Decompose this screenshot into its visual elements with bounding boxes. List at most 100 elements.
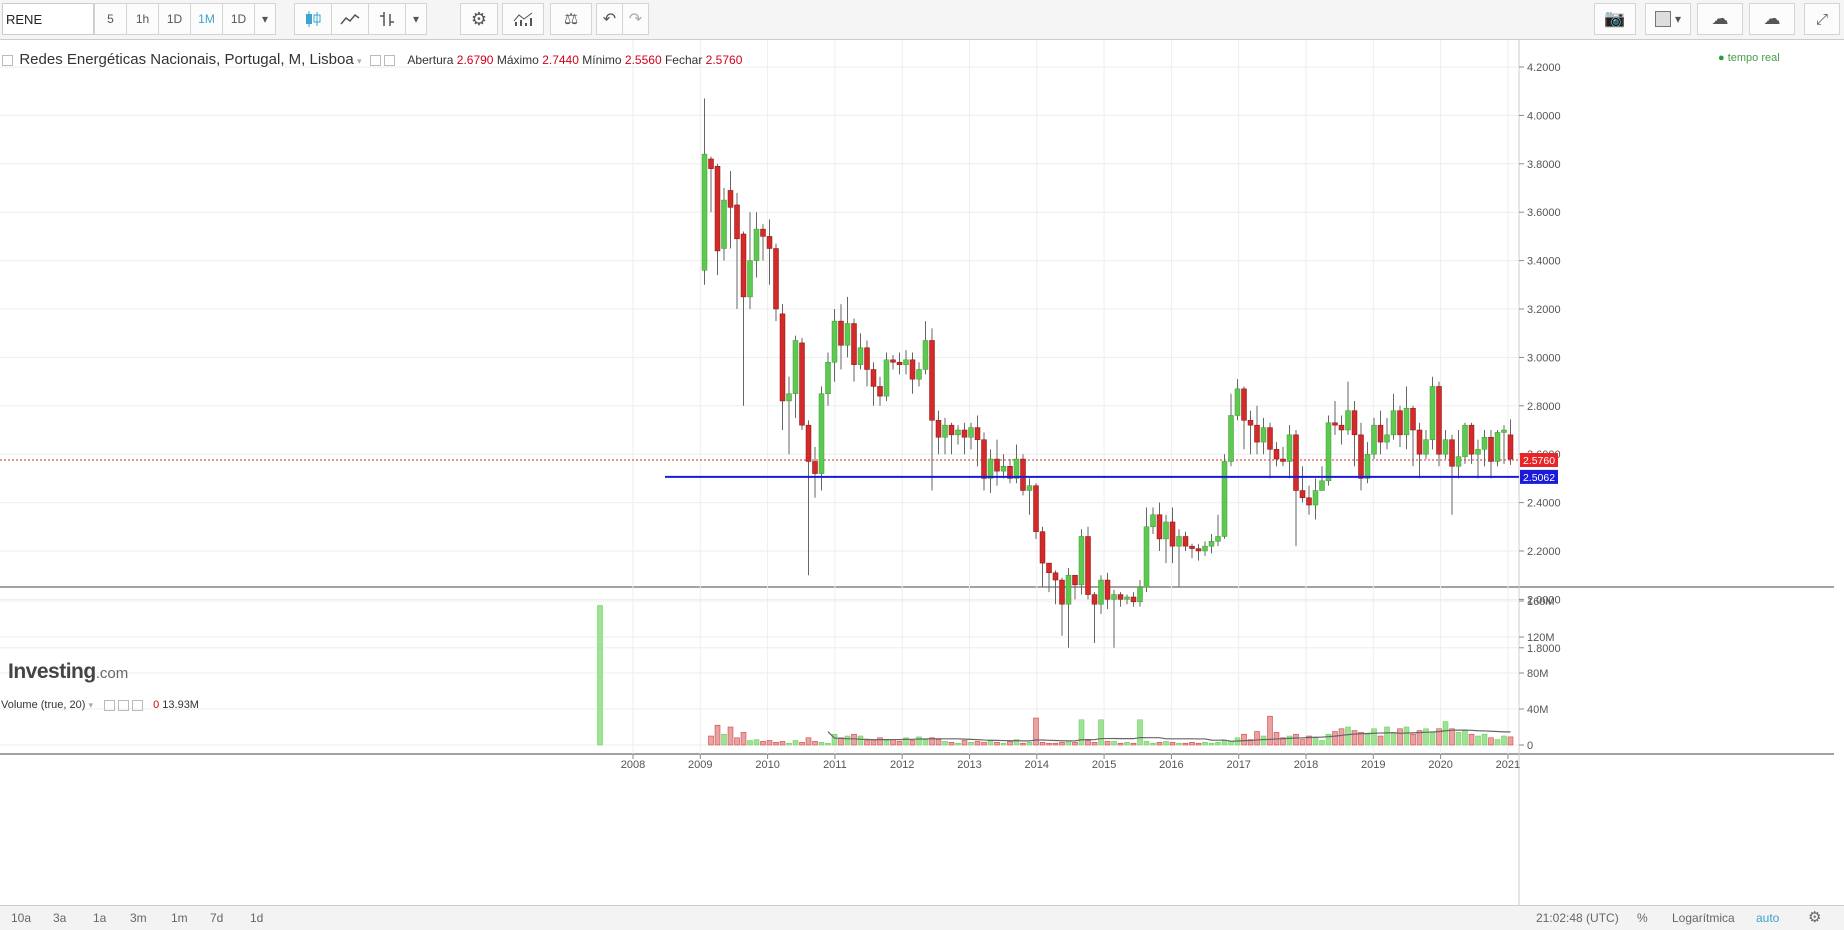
volume-bar — [851, 733, 857, 746]
candle-down — [1085, 536, 1091, 595]
cloud-download-icon: ☁ — [1711, 9, 1729, 28]
chevron-down-icon: ▾ — [412, 12, 420, 26]
close-icon[interactable] — [132, 699, 144, 711]
auto-scale-toggle[interactable]: auto — [1756, 911, 1779, 925]
screenshot-button[interactable]: 📷 — [1594, 3, 1636, 35]
redo-button[interactable]: ↷ — [622, 3, 649, 35]
line-style-button[interactable] — [331, 3, 369, 35]
chart-area[interactable]: 4.2000 4.0000 3.8000 3.6000 3.4000 3.2000 3.00… — [0, 40, 1844, 905]
year-tick-label: 2008 — [621, 759, 645, 771]
volume-bar — [864, 740, 870, 746]
load-chart-button[interactable]: ☁ — [1697, 3, 1743, 35]
settings-button[interactable]: ⚙ — [460, 3, 498, 35]
volume-bar — [799, 742, 805, 746]
candle-down — [1416, 429, 1423, 455]
volume-bar — [753, 739, 760, 746]
fullscreen-icon: ⤢ — [1815, 10, 1828, 28]
gear-icon[interactable]: ⚙ — [1808, 908, 1821, 926]
volume-bar — [1215, 742, 1221, 746]
volume-bar — [1455, 732, 1462, 746]
year-tick-label: 2011 — [823, 759, 847, 771]
fullscreen-button[interactable]: ⤢ — [1804, 3, 1840, 35]
volume-bar — [1293, 733, 1299, 746]
candle-down — [799, 342, 805, 426]
chevron-down-icon: ▾ — [261, 12, 269, 26]
volume-bar — [721, 733, 727, 746]
candle-up — [1215, 536, 1221, 542]
range-1m-button[interactable]: 1m — [171, 911, 188, 925]
candle-down — [909, 359, 916, 380]
chart-style-dropdown[interactable]: ▾ — [405, 3, 427, 35]
candle-down — [1358, 434, 1364, 479]
candle-up — [844, 323, 851, 346]
settings-small-icon[interactable] — [384, 55, 396, 67]
chevron-down-icon[interactable]: ▾ — [88, 700, 93, 710]
price-tick-label: 3.0000 — [1527, 352, 1561, 364]
volume-bar — [935, 739, 942, 746]
candle-up — [818, 393, 825, 474]
symbol-search-input[interactable] — [2, 3, 94, 35]
chevron-down-icon[interactable]: ▾ — [357, 56, 364, 66]
candle-down — [1046, 562, 1052, 574]
candle-up — [1163, 521, 1169, 540]
bottom-bar: 10a 3a 1a 3m 1m 7d 1d 21:02:48 (UTC) % L… — [0, 905, 1844, 930]
year-tick-label: 2010 — [755, 759, 779, 771]
collapse-icon[interactable] — [2, 55, 13, 67]
candle-up — [1176, 536, 1182, 547]
interval-1d-button[interactable]: 1D — [158, 3, 191, 35]
low-label: Mínimo — [582, 53, 622, 67]
candle-up — [825, 361, 831, 394]
interval-1d-alt-button[interactable]: 1D — [222, 3, 255, 35]
year-tick-label: 2021 — [1496, 759, 1520, 771]
ohlc-style-button[interactable] — [368, 3, 406, 35]
percent-toggle[interactable]: % — [1637, 911, 1648, 925]
interval-1m-button[interactable]: 1M — [190, 3, 223, 35]
candle-down — [1332, 422, 1338, 426]
realtime-label: tempo real — [1727, 52, 1780, 64]
range-3a-button[interactable]: 3a — [53, 911, 66, 925]
log-scale-toggle[interactable]: Logarítmica — [1672, 911, 1735, 925]
volume-bar — [1501, 735, 1507, 746]
candle-up — [1111, 594, 1117, 600]
range-1a-button[interactable]: 1a — [93, 911, 106, 925]
interval-5-button[interactable]: 5 — [94, 3, 127, 35]
volume-bar — [786, 742, 792, 746]
candle-down — [1273, 449, 1280, 460]
year-tick-label: 2020 — [1428, 759, 1452, 771]
investing-logo: Investing.com — [8, 660, 128, 684]
open-label: Abertura — [407, 53, 454, 67]
compare-button[interactable]: ⚖ — [550, 3, 592, 35]
save-chart-button[interactable]: ☁ — [1749, 3, 1795, 35]
volume-bar — [1299, 739, 1306, 746]
volume-bar — [987, 740, 994, 746]
indicators-icon — [513, 12, 533, 26]
volume-bar — [1026, 742, 1033, 746]
volume-bar — [961, 740, 968, 746]
candle-up — [1228, 415, 1234, 462]
range-7d-button[interactable]: 7d — [210, 911, 223, 925]
layout-button[interactable]: ▾ — [1645, 3, 1691, 35]
range-1d-button[interactable]: 1d — [250, 911, 263, 925]
undo-button[interactable]: ↶ — [596, 3, 623, 35]
indicators-button[interactable] — [502, 3, 544, 35]
volume-bar — [942, 741, 948, 746]
volume-bar — [1254, 731, 1260, 746]
volume-bar — [994, 742, 1000, 746]
settings-small-icon[interactable] — [118, 699, 130, 711]
candle-down — [890, 359, 896, 363]
candle-up — [1429, 386, 1436, 440]
range-10a-button[interactable]: 10a — [11, 911, 31, 925]
volume-bar — [1481, 733, 1488, 746]
volume-bar — [1462, 730, 1468, 746]
interval-1h-button[interactable]: 1h — [126, 3, 159, 35]
volume-bar — [1410, 733, 1416, 746]
visibility-icon[interactable] — [104, 699, 116, 711]
candles-style-button[interactable] — [294, 3, 332, 35]
volume-bar — [916, 736, 922, 746]
candle-down — [1338, 424, 1345, 431]
range-3m-button[interactable]: 3m — [130, 911, 147, 925]
visibility-icon[interactable] — [370, 55, 382, 67]
volume-bar — [1072, 742, 1078, 746]
interval-dropdown[interactable]: ▾ — [254, 3, 276, 35]
volume-bar — [1260, 735, 1267, 746]
